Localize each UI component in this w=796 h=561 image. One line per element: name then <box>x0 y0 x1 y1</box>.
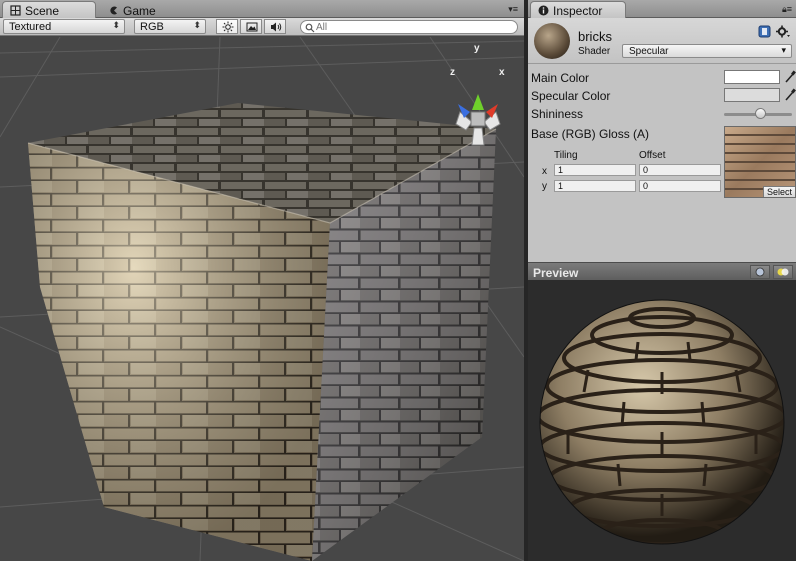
sun-icon <box>222 21 234 33</box>
scene-viewport[interactable]: y x z <box>0 37 524 561</box>
tab-inspector[interactable]: Inspector <box>530 1 626 18</box>
info-icon <box>538 5 549 16</box>
channel-mode-dropdown[interactable]: RGB ⬍ <box>134 19 206 34</box>
preview-title: Preview <box>533 266 579 280</box>
material-header: bricks Shader Specular ▾ <box>528 18 796 64</box>
render-mode-value: Textured <box>9 21 52 33</box>
chevron-down-icon: ▾ <box>781 45 786 55</box>
gizmo-x-label: x <box>499 67 505 78</box>
preview-header: Preview <box>528 262 796 280</box>
tiling-label: Tiling <box>554 150 578 161</box>
tiling-y-axis-label: y <box>542 181 547 192</box>
material-preview-sphere[interactable] <box>528 280 796 561</box>
tab-inspector-label: Inspector <box>553 4 603 18</box>
preview-mesh-button[interactable] <box>750 265 770 279</box>
main-color-label: Main Color <box>531 71 590 85</box>
brick-cube[interactable] <box>27 103 497 561</box>
render-mode-dropdown[interactable]: Textured ⬍ <box>3 19 125 34</box>
tiling-x-field[interactable]: 1 <box>554 164 636 176</box>
tab-game[interactable]: Game <box>100 1 170 18</box>
base-texture-slot[interactable]: Select <box>724 126 796 198</box>
lock-icon[interactable]: 🔒︎≡ <box>782 4 792 15</box>
base-texture-label: Base (RGB) Gloss (A) <box>531 127 650 141</box>
shader-dropdown[interactable]: Specular ▾ <box>622 44 792 58</box>
tab-scene[interactable]: Scene <box>2 1 96 18</box>
scene-toolbar: Textured ⬍ RGB ⬍ <box>0 18 524 36</box>
sphere-icon <box>755 267 765 277</box>
dropdown-arrow-icon: ⬍ <box>112 20 120 30</box>
search-input[interactable] <box>316 21 506 33</box>
shader-label: Shader <box>578 46 611 57</box>
dropdown-arrow-icon: ⬍ <box>193 20 201 30</box>
offset-label: Offset <box>639 150 666 161</box>
eyedropper-icon[interactable] <box>784 88 796 102</box>
game-icon <box>110 6 117 15</box>
specular-color-label: Specular Color <box>531 89 611 103</box>
inspector-panel: Inspector 🔒︎≡ bricks Shader Specular ▾ M… <box>528 0 796 262</box>
gizmo-z-label: z <box>450 67 455 78</box>
texture-select-button[interactable]: Select <box>762 186 795 197</box>
audio-toggle-button[interactable] <box>264 19 286 34</box>
speaker-icon <box>271 22 282 32</box>
gizmo-y-label: y <box>474 43 480 54</box>
scene-search-field[interactable] <box>300 20 518 34</box>
inspector-tabbar: Inspector 🔒︎≡ <box>528 0 796 18</box>
scene-tabbar: Scene Game ▾≡ <box>0 0 524 18</box>
material-name: bricks <box>578 29 612 44</box>
material-thumbnail <box>534 23 570 59</box>
tiling-x-axis-label: x <box>542 166 547 177</box>
lights-icon <box>777 268 789 276</box>
offset-x-field[interactable]: 0 <box>639 164 721 176</box>
gear-icon[interactable] <box>776 25 790 38</box>
preview-lights-button[interactable] <box>773 265 793 279</box>
shader-value: Specular <box>629 46 669 57</box>
specular-color-swatch[interactable] <box>724 88 780 102</box>
tab-game-label: Game <box>123 4 156 18</box>
help-book-icon[interactable] <box>758 25 771 38</box>
eyedropper-icon[interactable] <box>784 70 796 84</box>
scene-view-canvas <box>0 37 524 561</box>
scene-panel: Scene Game ▾≡ Textured ⬍ RGB ⬍ All y x z <box>0 0 524 561</box>
preview-panel: Preview <box>528 262 796 561</box>
offset-y-field[interactable]: 0 <box>639 180 721 192</box>
channel-mode-value: RGB <box>140 21 164 33</box>
lighting-toggle-button[interactable] <box>216 19 238 34</box>
tiling-y-field[interactable]: 1 <box>554 180 636 192</box>
main-color-swatch[interactable] <box>724 70 780 84</box>
image-icon <box>246 22 258 32</box>
shininess-slider-knob[interactable] <box>755 108 767 119</box>
search-icon <box>305 23 315 33</box>
panel-menu-icon[interactable]: ▾≡ <box>508 4 518 15</box>
scene-overlay-toggle-button[interactable] <box>240 19 262 34</box>
scene-icon <box>10 5 21 16</box>
tab-scene-label: Scene <box>25 4 60 18</box>
shininess-label: Shininess <box>531 107 584 121</box>
